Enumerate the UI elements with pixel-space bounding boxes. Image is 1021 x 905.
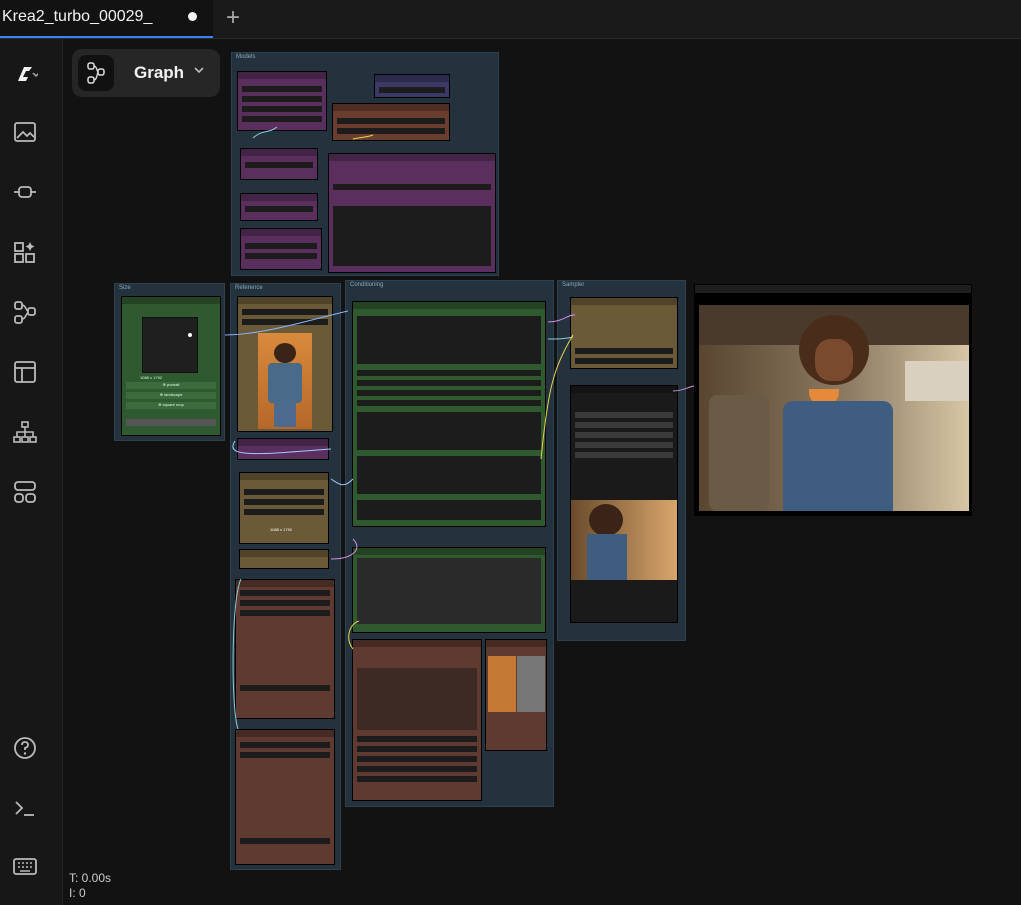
templates-icon[interactable] (12, 359, 38, 385)
status-readout: T: 0.00s I: 0 (69, 871, 111, 901)
wires (224, 126, 695, 730)
logo-icon[interactable] (12, 61, 40, 87)
status-iterations: I: 0 (69, 886, 86, 900)
sidebar (0, 39, 63, 905)
tab-title: Krea2_turbo_00029_ (2, 8, 153, 25)
help-icon[interactable] (12, 735, 38, 761)
workflows-icon[interactable] (12, 299, 38, 325)
console-icon[interactable] (12, 795, 38, 821)
new-tab-button[interactable]: + (226, 4, 240, 32)
keyboard-icon[interactable] (12, 853, 38, 879)
models-icon[interactable] (12, 239, 38, 265)
workflow-tab[interactable]: Krea2_turbo_00029_ (0, 0, 213, 38)
unsaved-dot-icon (188, 12, 197, 21)
status-time: T: 0.00s (69, 871, 112, 885)
images-icon[interactable] (12, 119, 38, 145)
node-canvas[interactable]: Models Size 1088 x 1792 ⊕ portrait ⊕ lan… (63, 39, 1021, 905)
tab-bar: Krea2_turbo_00029_ + (0, 0, 1021, 39)
node-map-icon[interactable] (12, 419, 38, 445)
nodes-library-icon[interactable] (12, 179, 38, 205)
queue-icon[interactable] (12, 479, 38, 505)
